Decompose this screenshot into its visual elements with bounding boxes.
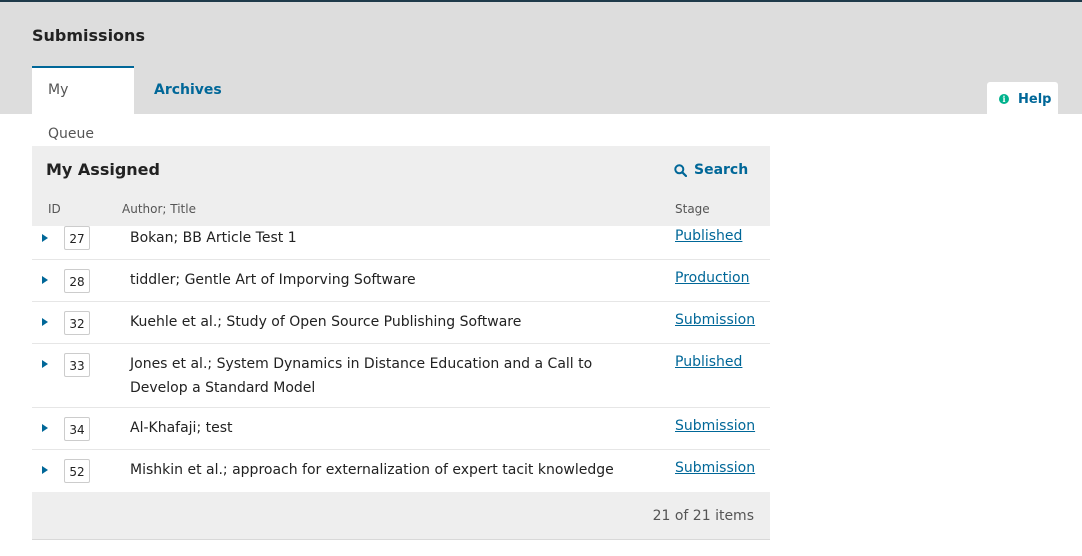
caret-right-icon[interactable]: [42, 276, 48, 284]
caret-right-icon[interactable]: [42, 360, 48, 368]
caret-right-icon[interactable]: [42, 466, 48, 474]
submissions-list: 27 Bokan; BB Article Test 1 Published 28…: [32, 226, 770, 492]
submission-title[interactable]: Bokan; BB Article Test 1: [130, 226, 650, 250]
caret-right-icon[interactable]: [42, 234, 48, 242]
stage-link[interactable]: Production: [675, 270, 749, 286]
stage-link[interactable]: Submission: [675, 312, 755, 328]
submission-id: 52: [64, 459, 90, 483]
info-circle-icon: i: [999, 94, 1009, 104]
submission-title[interactable]: Mishkin et al.; approach for externaliza…: [130, 458, 650, 482]
panel-title: My Assigned: [46, 160, 160, 179]
item-count: 21 of 21 items: [652, 508, 754, 524]
table-row: 27 Bokan; BB Article Test 1 Published: [32, 226, 770, 260]
submission-id: 33: [64, 353, 90, 377]
tab-my-queue[interactable]: My Queue: [32, 66, 134, 142]
table-row: 28 tiddler; Gentle Art of Imporving Soft…: [32, 260, 770, 302]
stage-link[interactable]: Submission: [675, 460, 755, 476]
search-icon: [674, 163, 687, 177]
caret-right-icon[interactable]: [42, 424, 48, 432]
submission-title[interactable]: Al-Khafaji; test: [130, 416, 650, 440]
submission-id: 27: [64, 226, 90, 250]
page-title: Submissions: [32, 26, 145, 45]
submission-title[interactable]: Jones et al.; System Dynamics in Distanc…: [130, 352, 650, 400]
search-label: Search: [694, 162, 749, 178]
column-header-id: ID: [48, 202, 61, 216]
help-label: Help: [1018, 91, 1052, 107]
submission-id: 28: [64, 269, 90, 293]
submission-title[interactable]: tiddler; Gentle Art of Imporving Softwar…: [130, 268, 650, 292]
submission-title[interactable]: Kuehle et al.; Study of Open Source Publ…: [130, 310, 650, 334]
my-assigned-panel: My Assigned Search ID Author; Title Stag…: [32, 146, 770, 540]
submission-id: 32: [64, 311, 90, 335]
table-row: 52 Mishkin et al.; approach for external…: [32, 450, 770, 492]
stage-link[interactable]: Published: [675, 354, 742, 370]
stage-link[interactable]: Submission: [675, 418, 755, 434]
table-row: 33 Jones et al.; System Dynamics in Dist…: [32, 344, 770, 408]
table-row: 34 Al-Khafaji; test Submission: [32, 408, 770, 450]
stage-link[interactable]: Published: [675, 228, 742, 244]
search-button[interactable]: Search: [674, 162, 748, 178]
tab-archives[interactable]: Archives: [138, 66, 238, 114]
submission-id: 34: [64, 417, 90, 441]
help-button[interactable]: i Help: [987, 82, 1058, 116]
column-header-author-title: Author; Title: [122, 202, 196, 216]
column-header-stage: Stage: [675, 202, 710, 216]
table-row: 32 Kuehle et al.; Study of Open Source P…: [32, 302, 770, 344]
caret-right-icon[interactable]: [42, 318, 48, 326]
page-header: Submissions My Queue Archives i Help: [0, 2, 1082, 142]
